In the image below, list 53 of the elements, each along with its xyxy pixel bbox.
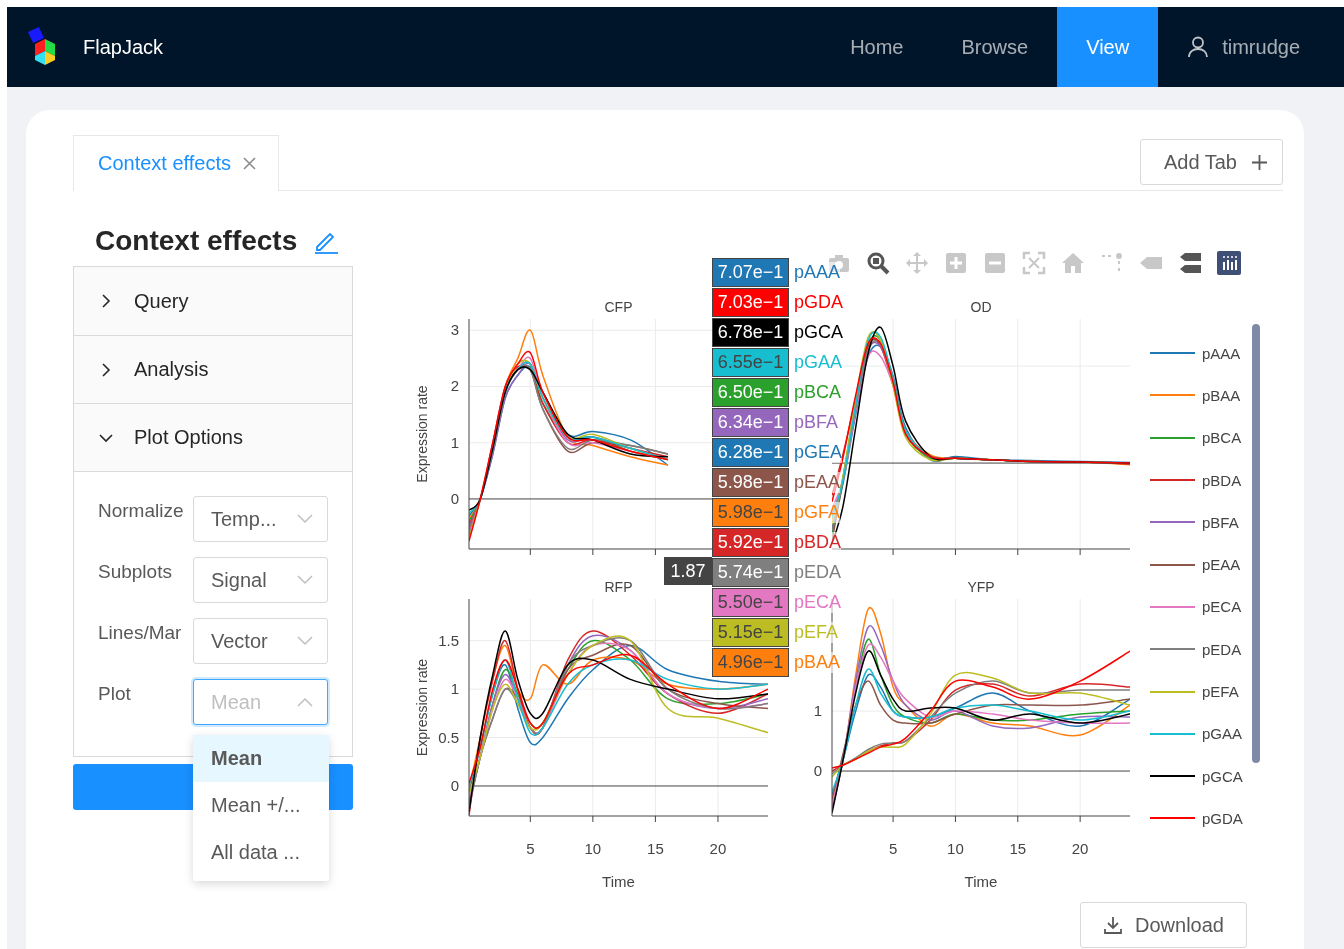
hover-label: pEFA xyxy=(794,621,839,643)
hover-label: pBAA xyxy=(794,651,841,673)
hover-label: pEAA xyxy=(794,471,841,493)
field-label: Normalize xyxy=(98,499,185,522)
tick-label: 0 xyxy=(450,776,459,794)
hover-x-value: 1.87 xyxy=(664,557,712,585)
tick-label: 0 xyxy=(450,489,459,507)
tick-label: 20 xyxy=(709,840,727,857)
tick-label: 5 xyxy=(888,840,898,857)
tick-label: 1 xyxy=(450,433,459,451)
tick-label: 1 xyxy=(450,680,459,698)
chart-title: CFP xyxy=(604,299,633,315)
hover-value: 5.98e−1 xyxy=(712,497,789,527)
tick-label: 0.5 xyxy=(438,728,459,746)
tick-label: 15 xyxy=(1009,840,1027,857)
hover-value: 6.78e−1 xyxy=(712,317,789,347)
hover-label: pBDA xyxy=(794,531,842,553)
chart-title: YFP xyxy=(967,579,995,595)
hover-value: 5.98e−1 xyxy=(712,467,789,497)
axis-title: Time xyxy=(602,873,635,890)
tick-label: 1 xyxy=(813,702,822,720)
hover-value: 5.50e−1 xyxy=(712,587,789,617)
axis-title: Expression rate xyxy=(414,385,430,483)
axis-title: Time xyxy=(964,873,998,890)
tick-label: 20 xyxy=(1071,840,1089,857)
hover-value: 7.07e−1 xyxy=(712,257,789,287)
hover-value: 5.15e−1 xyxy=(712,617,789,647)
hover-value: 4.96e−1 xyxy=(712,647,789,677)
hover-value: 6.34e−1 xyxy=(712,407,789,437)
tick-label: 10 xyxy=(584,840,602,857)
tick-label: 1.5 xyxy=(438,631,459,649)
hover-label: pAAA xyxy=(794,261,841,283)
tick-label: 10 xyxy=(947,840,964,857)
tick-label: 0 xyxy=(813,762,822,780)
hover-value: 6.28e−1 xyxy=(712,437,789,467)
hover-value: 6.55e−1 xyxy=(712,347,789,377)
hover-value: 5.74e−1 xyxy=(712,557,789,587)
tick-label: 2 xyxy=(450,377,459,395)
field-label: Subplots xyxy=(98,560,173,583)
hover-value: 5.92e−1 xyxy=(712,527,789,557)
hover-value: 6.50e−1 xyxy=(712,377,789,407)
tick-label: 15 xyxy=(647,840,664,857)
brand-name: FlapJack xyxy=(83,35,164,59)
field-label: Lines/Mar xyxy=(98,621,183,644)
hover-label: pGFA xyxy=(794,501,841,523)
axis-title: Expression rate xyxy=(414,658,430,757)
chart-title: RFP xyxy=(604,579,633,595)
field-label: Plot xyxy=(98,682,132,705)
tick-label: 5 xyxy=(526,840,535,857)
page-title: Context effects xyxy=(95,225,298,257)
tick-label: 3 xyxy=(450,321,459,339)
hover-value: 7.03e−1 xyxy=(712,287,789,317)
chart-title: OD xyxy=(970,299,992,315)
